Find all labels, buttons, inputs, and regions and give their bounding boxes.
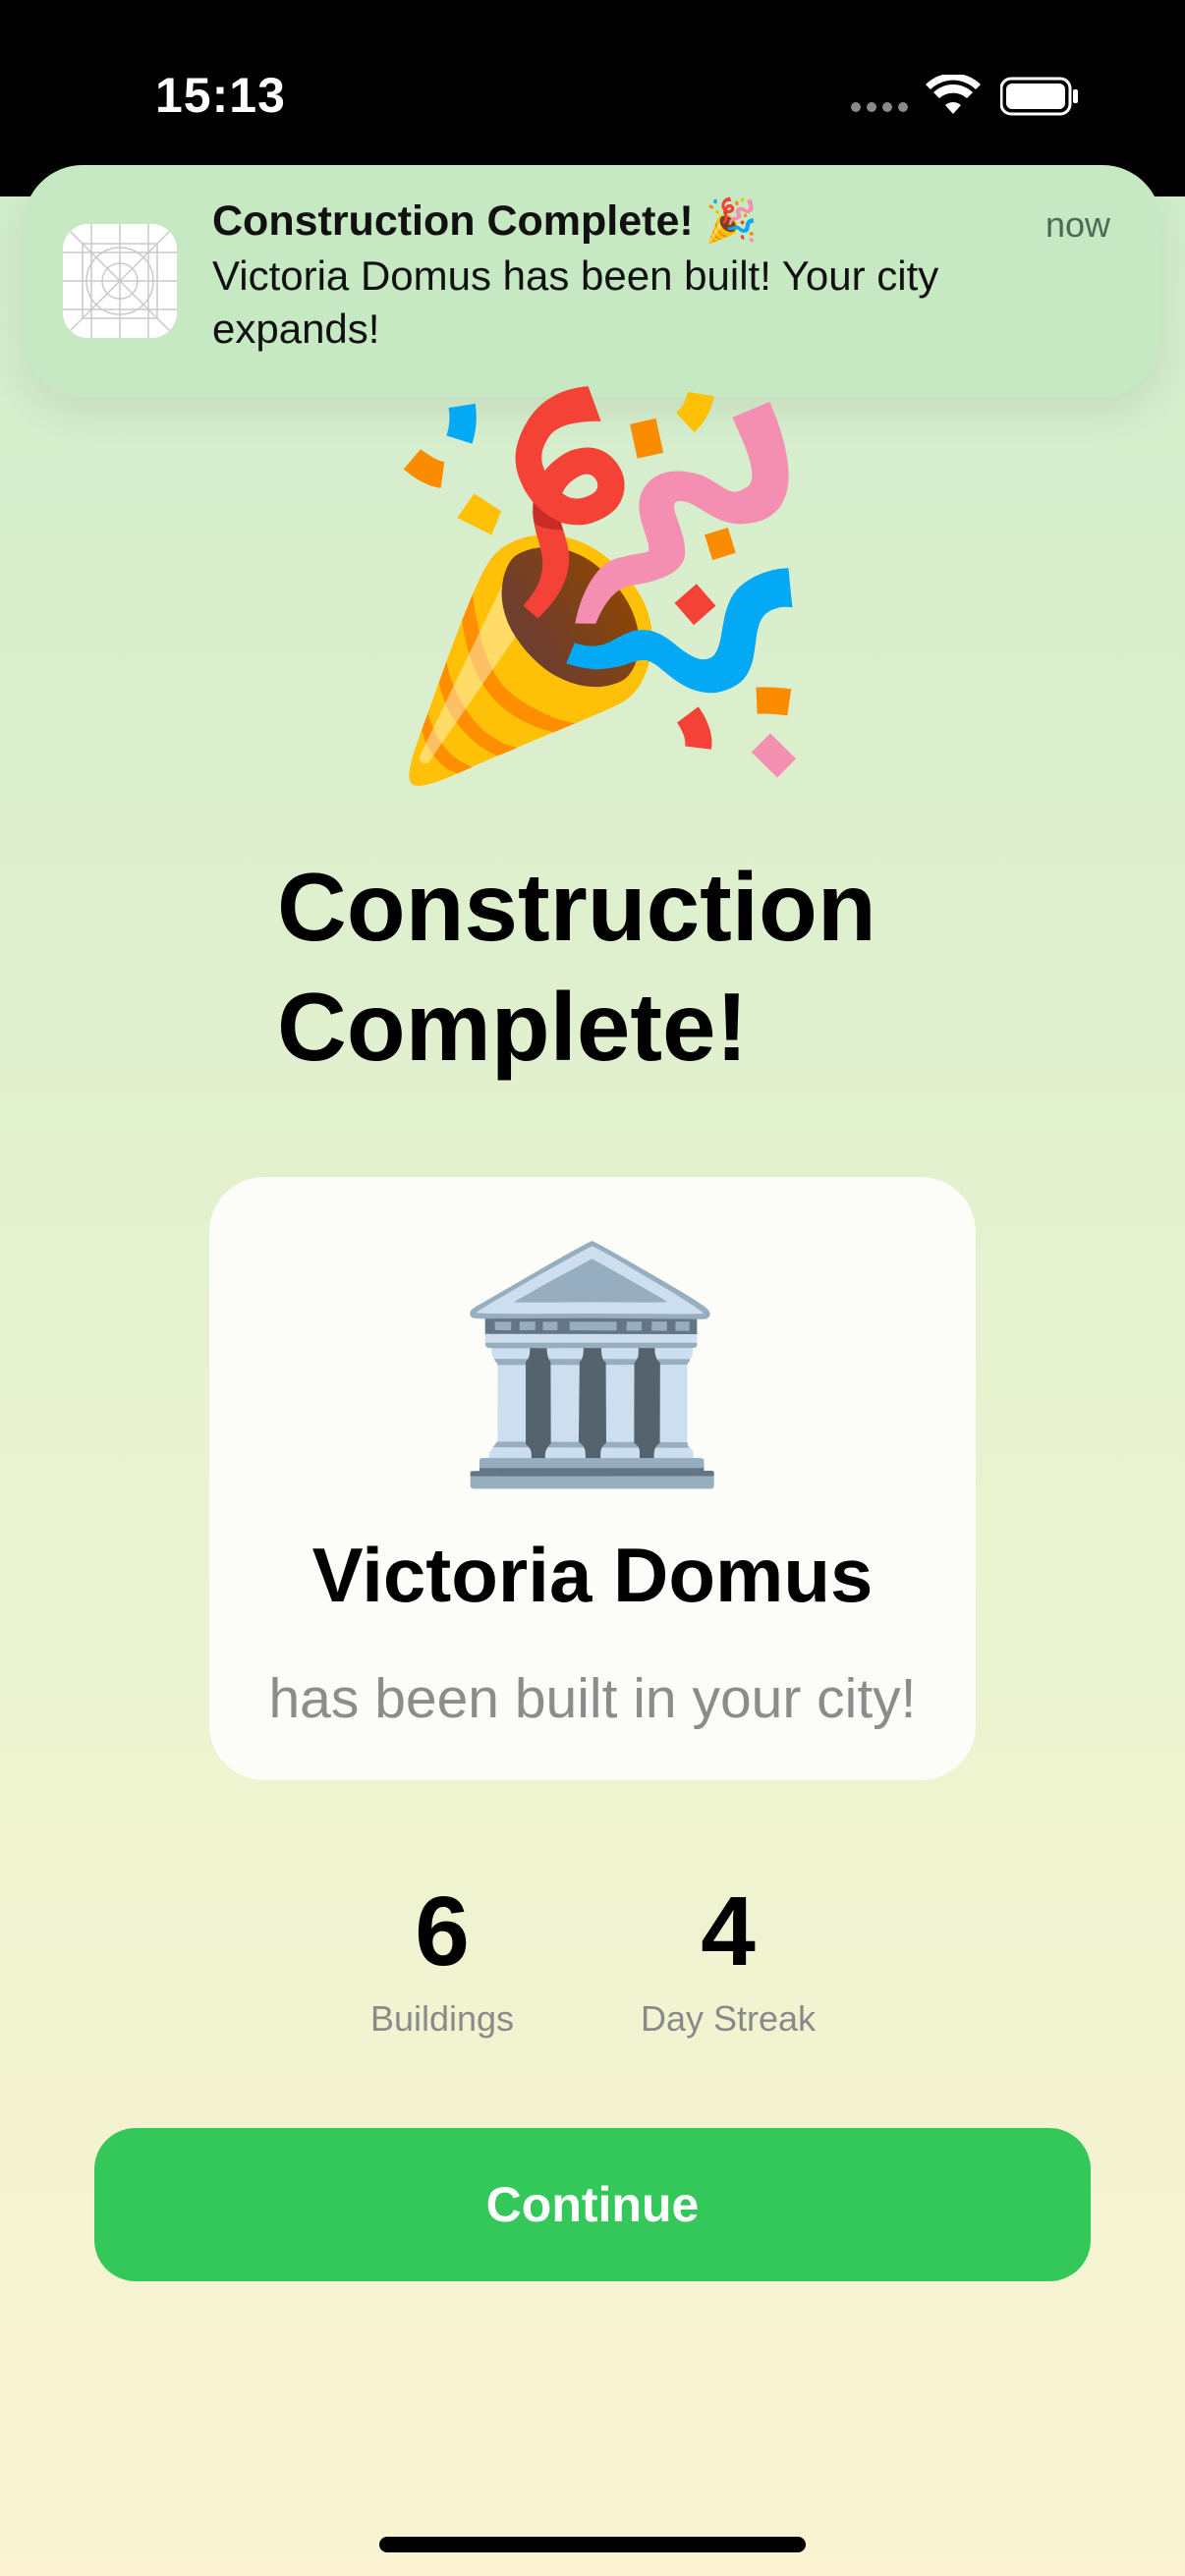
building-subtitle: has been built in your city! bbox=[268, 1667, 917, 1730]
home-indicator[interactable] bbox=[379, 2537, 806, 2552]
stat-value: 6 bbox=[415, 1876, 470, 1987]
cellular-signal-icon bbox=[851, 102, 908, 112]
building-card: 🏛️ Victoria Domus has been built in your… bbox=[209, 1177, 976, 1780]
continue-button[interactable]: Continue bbox=[94, 2128, 1091, 2281]
classical-building-icon: 🏛️ bbox=[451, 1238, 734, 1490]
notification-body: Victoria Domus has been built! Your city… bbox=[212, 252, 939, 352]
status-time: 15:13 bbox=[155, 68, 286, 123]
battery-icon bbox=[1000, 77, 1078, 116]
notification-time: now bbox=[1044, 204, 1110, 245]
wifi-icon bbox=[926, 75, 981, 114]
page-title: Construction Complete! bbox=[277, 853, 876, 1081]
app-placeholder-icon bbox=[63, 224, 177, 338]
stat-label: Buildings bbox=[369, 1998, 515, 2039]
building-name: Victoria Domus bbox=[311, 1532, 874, 1618]
stat-day-streak: 4 Day Streak bbox=[600, 1873, 856, 2040]
stat-label: Day Streak bbox=[640, 1998, 817, 2039]
party-popper-icon: 🎉 bbox=[373, 382, 826, 788]
stat-value: 4 bbox=[701, 1876, 756, 1987]
stat-buildings: 6 Buildings bbox=[314, 1873, 570, 2040]
notification-title: Construction Complete! 🎉 bbox=[212, 197, 759, 245]
